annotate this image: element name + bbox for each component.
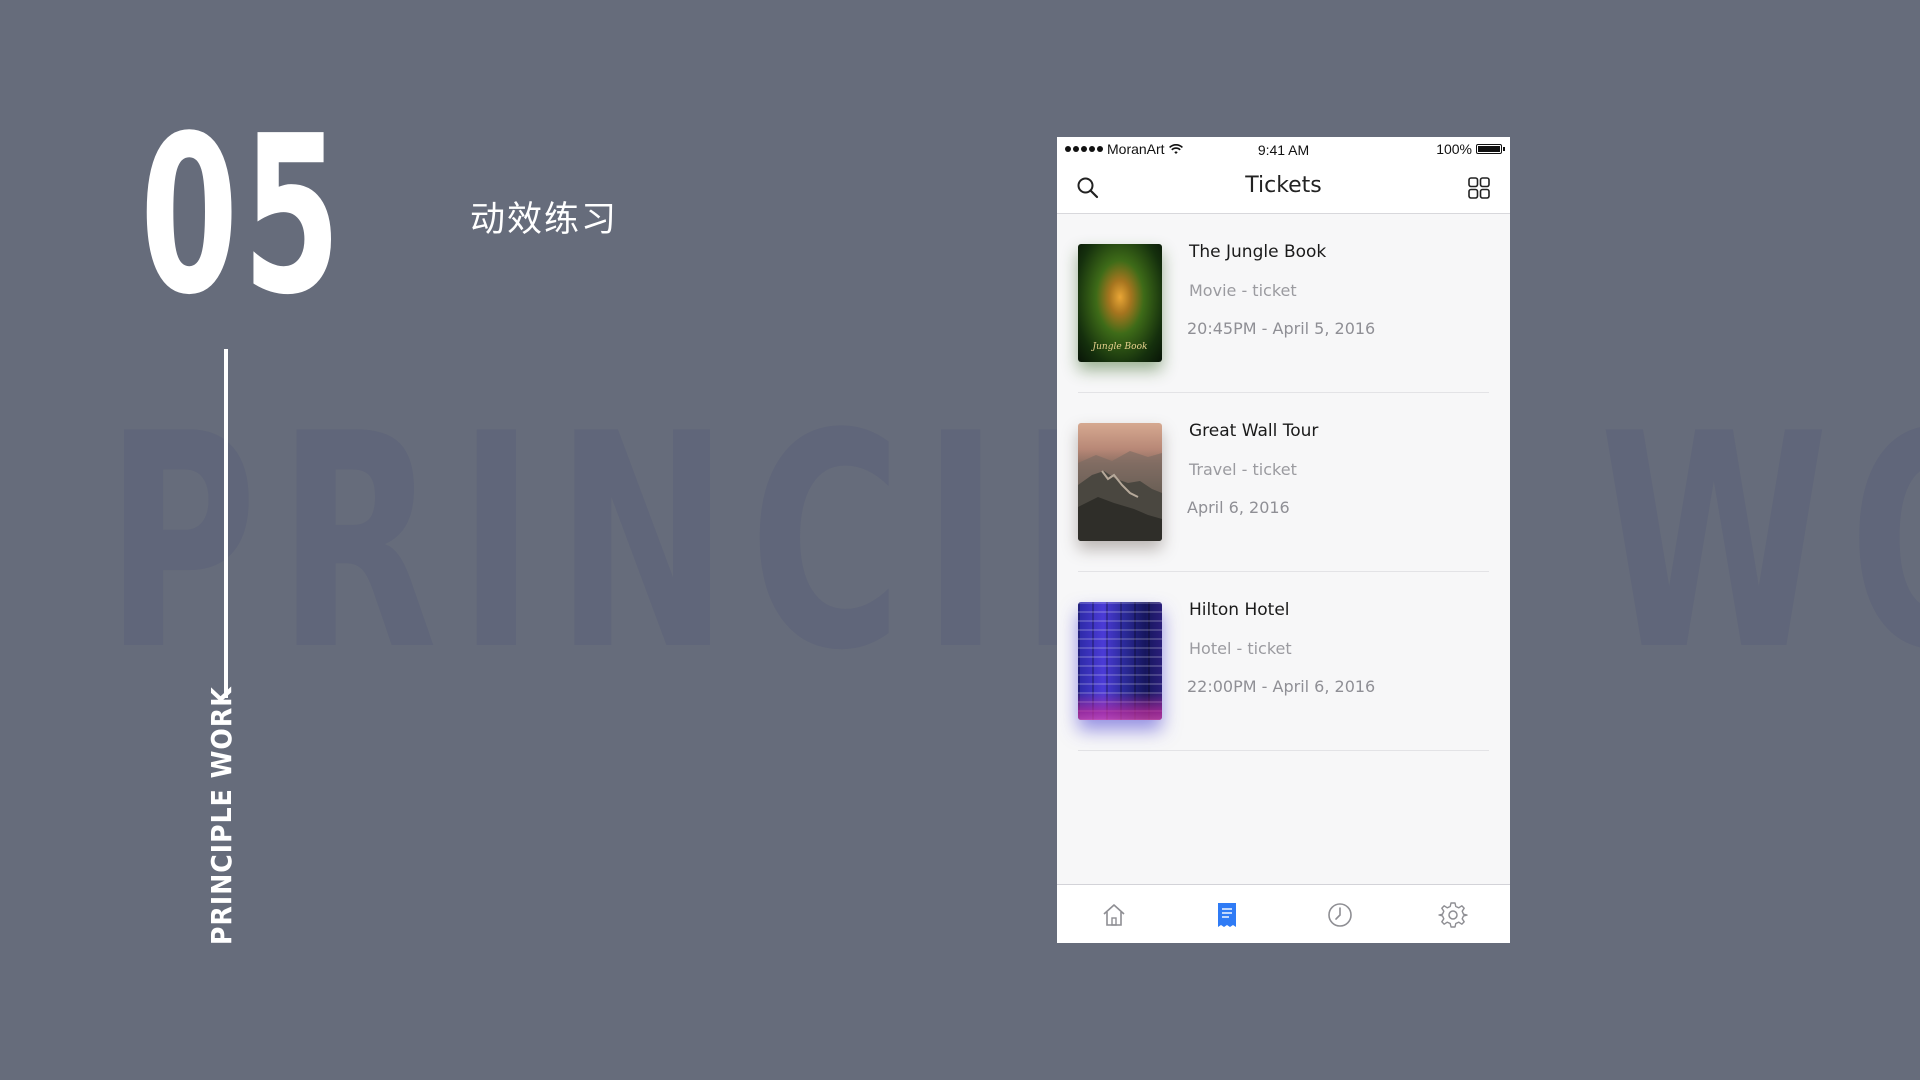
grid-icon[interactable]: [1466, 175, 1492, 201]
vertical-divider: [224, 349, 228, 698]
clock-icon: [1328, 902, 1352, 927]
vertical-label: PRINCIPLE WORK: [205, 686, 238, 945]
great-wall-photo: [1078, 423, 1162, 541]
background-watermark: PRINCIPLE WORK: [105, 370, 1920, 715]
slide-number: 05: [140, 90, 346, 343]
ticket-row-great-wall[interactable]: Great Wall Tour Travel - ticket April 6,…: [1078, 393, 1489, 572]
ticket-row-jungle-book[interactable]: Jungle Book The Jungle Book Movie - tick…: [1078, 214, 1489, 393]
gear-icon: [1438, 901, 1469, 928]
ticket-icon: [1217, 902, 1236, 927]
nav-title: Tickets: [1245, 173, 1322, 198]
ticket-type: Travel - ticket: [1189, 460, 1297, 479]
battery-icon: [1476, 144, 1505, 154]
ticket-type: Movie - ticket: [1189, 281, 1297, 300]
ticket-title: The Jungle Book: [1189, 242, 1327, 262]
hilton-hotel-photo: [1078, 602, 1162, 720]
status-bar: MoranArt 9:41 AM 100%: [1057, 137, 1510, 161]
ticket-date: 22:00PM - April 6, 2016: [1187, 677, 1376, 696]
tab-home[interactable]: [1057, 885, 1170, 943]
tab-bar: [1057, 884, 1510, 943]
nav-bar: Tickets: [1057, 161, 1510, 214]
ticket-date: 20:45PM - April 5, 2016: [1187, 319, 1376, 338]
ticket-title: Hilton Hotel: [1189, 600, 1290, 620]
status-right: 100%: [1436, 141, 1505, 157]
slide-subtitle: 动效练习: [470, 200, 619, 240]
ticket-list: Jungle Book The Jungle Book Movie - tick…: [1057, 214, 1510, 751]
tab-history[interactable]: [1284, 885, 1397, 943]
slide: PRINCIPLE WORK 05 动效练习 PRINCIPLE WORK Mo…: [0, 0, 1920, 1080]
ticket-title: Great Wall Tour: [1189, 421, 1319, 441]
jungle-book-poster: Jungle Book: [1078, 244, 1162, 362]
ticket-type: Hotel - ticket: [1189, 639, 1292, 658]
tab-settings[interactable]: [1397, 885, 1510, 943]
home-icon: [1103, 903, 1125, 926]
ticket-date: April 6, 2016: [1187, 498, 1290, 517]
phone-screen: MoranArt 9:41 AM 100% Tickets Jungle Boo…: [1057, 137, 1510, 943]
ticket-row-hilton[interactable]: Hilton Hotel Hotel - ticket 22:00PM - Ap…: [1078, 572, 1489, 751]
mountain-image: [1078, 451, 1162, 541]
tab-tickets[interactable]: [1170, 885, 1283, 943]
poster-caption: Jungle Book: [1092, 342, 1148, 352]
battery-percent: 100%: [1436, 141, 1472, 157]
